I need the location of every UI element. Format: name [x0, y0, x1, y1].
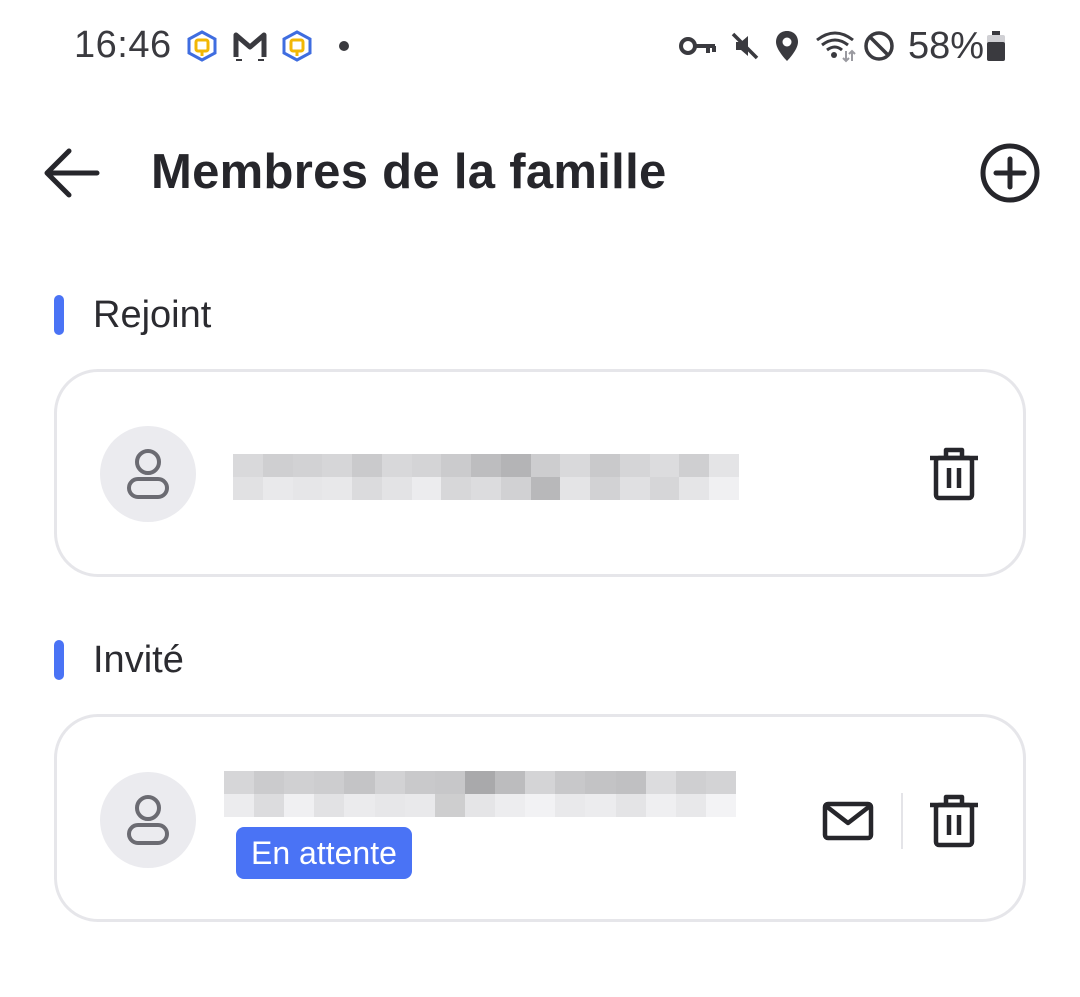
page-title: Membres de la famille: [151, 145, 667, 199]
wifi-icon: [813, 28, 857, 64]
add-member-button[interactable]: [975, 138, 1045, 208]
home-app-icon: [281, 28, 313, 64]
notification-dot-icon: [336, 28, 352, 64]
app-header: Membres de la famille: [0, 110, 1080, 230]
gmail-icon: [232, 28, 268, 64]
avatar: [100, 772, 196, 868]
status-time: 16:46: [74, 24, 172, 66]
section-label-invited: Invité: [93, 638, 184, 681]
home-app-icon: [186, 28, 218, 64]
section-header-joined: Rejoint: [54, 293, 211, 337]
trash-icon: [930, 794, 978, 848]
status-bar: 16:46 58%: [0, 0, 1080, 92]
dnd-icon: [861, 28, 897, 64]
location-icon: [772, 28, 802, 64]
section-accent-bar: [54, 640, 64, 680]
arrow-left-icon: [44, 148, 100, 198]
delete-member-button[interactable]: [922, 442, 986, 506]
back-button[interactable]: [36, 138, 106, 208]
mute-icon: [728, 28, 762, 64]
mail-icon: [822, 801, 874, 841]
action-divider: [901, 793, 903, 849]
member-card-invited[interactable]: En attente: [54, 714, 1026, 922]
battery-percent: 58%: [908, 25, 985, 67]
avatar: [100, 426, 196, 522]
user-icon: [127, 449, 169, 499]
user-icon: [127, 795, 169, 845]
member-name-redacted: [233, 454, 739, 500]
battery-icon: [984, 28, 1008, 64]
status-badge-pending: En attente: [236, 827, 412, 879]
section-header-invited: Invité: [54, 638, 184, 682]
plus-circle-icon: [980, 143, 1040, 203]
member-card-joined[interactable]: [54, 369, 1026, 577]
section-accent-bar: [54, 295, 64, 335]
member-name-redacted: [224, 771, 736, 817]
section-label-joined: Rejoint: [93, 293, 212, 336]
delete-member-button[interactable]: [922, 789, 986, 853]
vpn-key-icon: [678, 28, 718, 64]
trash-icon: [930, 447, 978, 501]
resend-invite-button[interactable]: [816, 789, 880, 853]
